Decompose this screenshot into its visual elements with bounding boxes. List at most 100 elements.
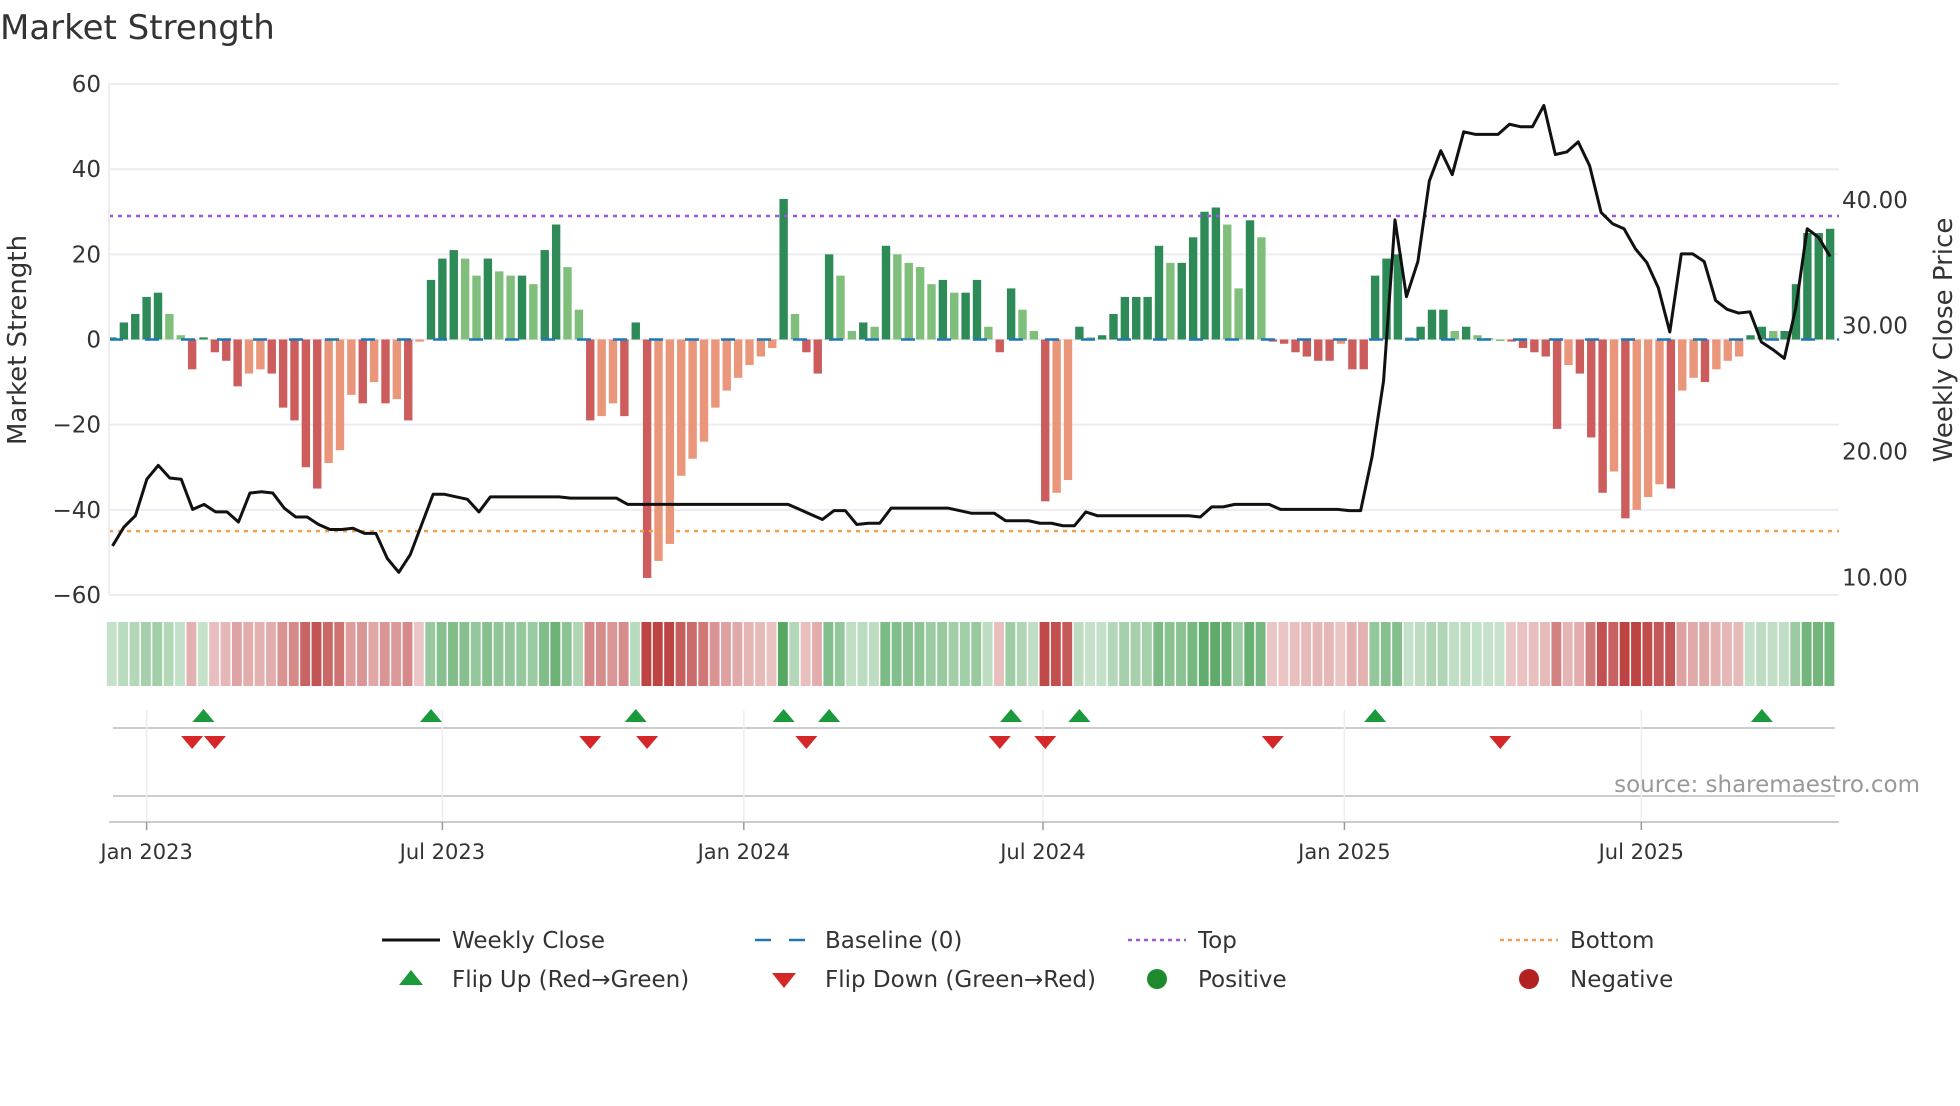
heatmap-cell <box>641 622 652 686</box>
heatmap-cell <box>413 622 424 686</box>
heatmap-cell <box>129 622 140 686</box>
heatmap-cell <box>925 622 936 686</box>
y-tick-label: 20 <box>72 242 101 268</box>
strength-bar <box>1018 309 1027 340</box>
heatmap-cell <box>971 622 982 686</box>
strength-bar <box>665 339 675 544</box>
heatmap-cell <box>618 622 629 686</box>
heatmap-cell <box>1403 622 1414 686</box>
strength-bar <box>1075 326 1084 340</box>
heatmap-cell <box>1426 622 1437 686</box>
strength-bar <box>1609 339 1619 472</box>
legend-label: Flip Up (Red→Green) <box>452 967 689 993</box>
strength-bar <box>290 339 299 421</box>
heatmap-cell <box>175 622 185 686</box>
flip-up-marker <box>818 709 841 722</box>
x-tick-label: Jul 2024 <box>998 840 1085 864</box>
flip-down-marker <box>181 736 204 749</box>
strength-bar <box>893 254 902 340</box>
heatmap-cell <box>1790 622 1801 686</box>
strength-bar <box>1325 339 1334 361</box>
strength-bar <box>1587 339 1596 438</box>
flip-down-marker <box>1034 736 1057 749</box>
heatmap-cell <box>777 622 788 686</box>
y2-tick-label: 10.00 <box>1842 565 1908 591</box>
strength-bar <box>1166 262 1175 340</box>
heatmap-cell <box>140 622 151 686</box>
strength-bar <box>984 326 993 340</box>
strength-bar <box>1211 207 1221 340</box>
strength-bar <box>1598 339 1607 493</box>
heatmap-cell <box>1551 622 1562 686</box>
heatmap-cell <box>914 622 925 686</box>
strength-bar <box>654 339 663 561</box>
flip-up-marker <box>1750 709 1773 722</box>
heatmap-cell <box>1562 622 1573 686</box>
heatmap-cell <box>1665 622 1676 686</box>
legend-label: Weekly Close <box>452 928 605 954</box>
strength-bar <box>506 275 515 340</box>
legend-label: Flip Down (Green→Red) <box>825 967 1096 993</box>
heatmap-cell <box>1392 622 1403 686</box>
source-label: source: sharemaestro.com <box>1614 772 1920 798</box>
strength-bar <box>1746 335 1755 340</box>
strength-bar <box>779 198 788 340</box>
heatmap-cell <box>1312 622 1323 686</box>
strength-bar <box>847 330 857 340</box>
strength-bar <box>1450 330 1459 340</box>
strength-bar <box>938 279 948 340</box>
strength-bar <box>1769 330 1778 340</box>
heatmap-cell <box>1085 622 1095 686</box>
strength-bar <box>165 313 174 340</box>
heatmap-cell <box>880 622 891 686</box>
strength-bar <box>233 339 242 387</box>
strength-bar <box>1154 245 1164 340</box>
y-tick-label: 40 <box>72 157 101 183</box>
heatmap-cell <box>789 622 800 686</box>
heatmap-cell <box>1039 622 1050 686</box>
heatmap-cell <box>482 622 493 686</box>
heatmap-cell <box>1176 622 1186 686</box>
strength-bar <box>1416 326 1425 340</box>
strength-bar <box>210 339 220 353</box>
strength-bar <box>199 337 208 340</box>
heatmap-cell <box>1244 622 1255 686</box>
heatmap-cell <box>1574 622 1585 686</box>
y2-tick-label: 30.00 <box>1842 314 1908 340</box>
heatmap-cell <box>573 622 584 686</box>
strength-bar <box>1541 339 1550 357</box>
heatmap-cell <box>266 622 276 686</box>
heatmap-cell <box>1437 622 1448 686</box>
heatmap-cell <box>311 622 322 686</box>
heatmap-cell <box>982 622 993 686</box>
strength-bar <box>1643 339 1653 498</box>
strength-bar <box>1655 339 1664 485</box>
strength-bar <box>1621 339 1630 519</box>
heatmap-cell <box>1653 622 1664 686</box>
heatmap-cell <box>1528 622 1539 686</box>
heatmap-cell <box>448 622 458 686</box>
heatmap-cell <box>243 622 254 686</box>
flip-down-marker <box>636 736 659 749</box>
heatmap-cell <box>357 622 367 686</box>
heatmap-cell <box>1358 622 1368 686</box>
heatmap-cell <box>664 622 675 686</box>
legend-flip-up-icon <box>399 970 423 985</box>
strength-bar <box>836 275 845 340</box>
strength-bar <box>404 339 413 421</box>
strength-bar <box>1496 339 1505 341</box>
heatmap-cell <box>698 622 709 686</box>
strength-bar <box>733 339 743 378</box>
heatmap-cell <box>686 622 697 686</box>
heatmap-cell <box>903 622 913 686</box>
heatmap-cell <box>1722 622 1732 686</box>
heatmap-cell <box>595 622 606 686</box>
heatmap-cell <box>402 622 413 686</box>
heatmap-cell <box>584 622 595 686</box>
heatmap-cell <box>1767 622 1778 686</box>
strength-bar <box>324 339 333 463</box>
heatmap-cell <box>652 622 663 686</box>
heatmap-cell <box>857 622 868 686</box>
strength-bar <box>244 339 254 374</box>
strength-bar <box>551 224 561 340</box>
